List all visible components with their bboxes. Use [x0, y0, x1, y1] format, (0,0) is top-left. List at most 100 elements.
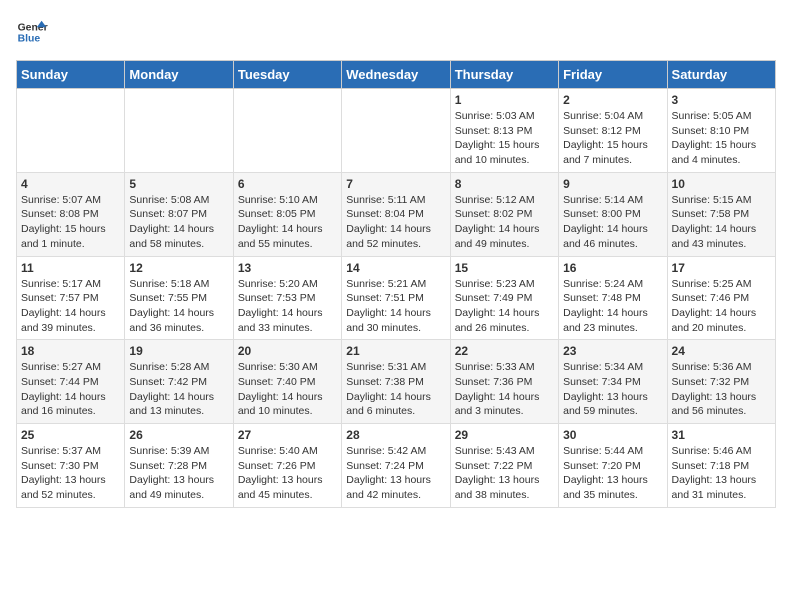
day-info: Sunrise: 5:25 AM Sunset: 7:46 PM Dayligh… — [672, 277, 771, 336]
day-info: Sunrise: 5:40 AM Sunset: 7:26 PM Dayligh… — [238, 444, 337, 503]
logo: General Blue — [16, 16, 48, 48]
calendar-cell: 18 Sunrise: 5:27 AM Sunset: 7:44 PM Dayli… — [17, 340, 125, 424]
day-info: Sunrise: 5:17 AM Sunset: 7:57 PM Dayligh… — [21, 277, 120, 336]
calendar-cell: 19 Sunrise: 5:28 AM Sunset: 7:42 PM Dayli… — [125, 340, 233, 424]
svg-text:Blue: Blue — [18, 34, 41, 45]
day-number: 7 — [346, 177, 445, 191]
day-number: 23 — [563, 344, 662, 358]
calendar-cell: 29 Sunrise: 5:43 AM Sunset: 7:22 PM Dayli… — [450, 424, 558, 508]
calendar-cell: 6 Sunrise: 5:10 AM Sunset: 8:05 PM Daylig… — [233, 172, 341, 256]
day-info: Sunrise: 5:46 AM Sunset: 7:18 PM Dayligh… — [672, 444, 771, 503]
day-info: Sunrise: 5:15 AM Sunset: 7:58 PM Dayligh… — [672, 193, 771, 252]
day-number: 14 — [346, 261, 445, 275]
day-number: 24 — [672, 344, 771, 358]
day-info: Sunrise: 5:24 AM Sunset: 7:48 PM Dayligh… — [563, 277, 662, 336]
calendar-cell: 3Sunrise: 5:05 AM Sunset: 8:10 PM Daylig… — [667, 89, 775, 173]
day-info: Sunrise: 5:23 AM Sunset: 7:49 PM Dayligh… — [455, 277, 554, 336]
day-info: Sunrise: 5:33 AM Sunset: 7:36 PM Dayligh… — [455, 360, 554, 419]
day-number: 20 — [238, 344, 337, 358]
day-info: Sunrise: 5:14 AM Sunset: 8:00 PM Dayligh… — [563, 193, 662, 252]
day-number: 1 — [455, 93, 554, 107]
calendar-cell: 25 Sunrise: 5:37 AM Sunset: 7:30 PM Dayli… — [17, 424, 125, 508]
day-info: Sunrise: 5:43 AM Sunset: 7:22 PM Dayligh… — [455, 444, 554, 503]
day-number: 16 — [563, 261, 662, 275]
day-number: 3 — [672, 93, 771, 107]
day-number: 29 — [455, 428, 554, 442]
day-number: 18 — [21, 344, 120, 358]
day-info: Sunrise: 5:27 AM Sunset: 7:44 PM Dayligh… — [21, 360, 120, 419]
day-number: 15 — [455, 261, 554, 275]
day-info: Sunrise: 5:34 AM Sunset: 7:34 PM Dayligh… — [563, 360, 662, 419]
calendar-cell: 4 Sunrise: 5:07 AM Sunset: 8:08 PM Daylig… — [17, 172, 125, 256]
day-number: 25 — [21, 428, 120, 442]
day-info: Sunrise: 5:42 AM Sunset: 7:24 PM Dayligh… — [346, 444, 445, 503]
calendar-cell — [125, 89, 233, 173]
day-number: 2 — [563, 93, 662, 107]
weekday-header: Friday — [559, 61, 667, 89]
day-info: Sunrise: 5:20 AM Sunset: 7:53 PM Dayligh… — [238, 277, 337, 336]
day-number: 10 — [672, 177, 771, 191]
calendar-cell: 9 Sunrise: 5:14 AM Sunset: 8:00 PM Daylig… — [559, 172, 667, 256]
day-number: 11 — [21, 261, 120, 275]
day-info: Sunrise: 5:07 AM Sunset: 8:08 PM Dayligh… — [21, 193, 120, 252]
calendar-cell: 1Sunrise: 5:03 AM Sunset: 8:13 PM Daylig… — [450, 89, 558, 173]
calendar-cell: 28 Sunrise: 5:42 AM Sunset: 7:24 PM Dayli… — [342, 424, 450, 508]
day-info: Sunrise: 5:36 AM Sunset: 7:32 PM Dayligh… — [672, 360, 771, 419]
day-info: Sunrise: 5:10 AM Sunset: 8:05 PM Dayligh… — [238, 193, 337, 252]
calendar-cell: 5 Sunrise: 5:08 AM Sunset: 8:07 PM Daylig… — [125, 172, 233, 256]
calendar-cell: 26 Sunrise: 5:39 AM Sunset: 7:28 PM Dayli… — [125, 424, 233, 508]
calendar-cell: 11 Sunrise: 5:17 AM Sunset: 7:57 PM Dayli… — [17, 256, 125, 340]
day-number: 28 — [346, 428, 445, 442]
calendar-cell — [342, 89, 450, 173]
calendar-cell: 13Sunrise: 5:20 AM Sunset: 7:53 PM Dayli… — [233, 256, 341, 340]
weekday-header: Sunday — [17, 61, 125, 89]
day-info: Sunrise: 5:04 AM Sunset: 8:12 PM Dayligh… — [563, 109, 662, 168]
day-number: 31 — [672, 428, 771, 442]
day-info: Sunrise: 5:31 AM Sunset: 7:38 PM Dayligh… — [346, 360, 445, 419]
calendar-cell: 23 Sunrise: 5:34 AM Sunset: 7:34 PM Dayli… — [559, 340, 667, 424]
day-info: Sunrise: 5:28 AM Sunset: 7:42 PM Dayligh… — [129, 360, 228, 419]
day-number: 26 — [129, 428, 228, 442]
day-info: Sunrise: 5:11 AM Sunset: 8:04 PM Dayligh… — [346, 193, 445, 252]
calendar-table: SundayMondayTuesdayWednesdayThursdayFrid… — [16, 60, 776, 508]
calendar-cell: 2 Sunrise: 5:04 AM Sunset: 8:12 PM Daylig… — [559, 89, 667, 173]
day-number: 9 — [563, 177, 662, 191]
day-info: Sunrise: 5:30 AM Sunset: 7:40 PM Dayligh… — [238, 360, 337, 419]
day-info: Sunrise: 5:08 AM Sunset: 8:07 PM Dayligh… — [129, 193, 228, 252]
calendar-cell: 21 Sunrise: 5:31 AM Sunset: 7:38 PM Dayli… — [342, 340, 450, 424]
header: General Blue — [16, 16, 776, 48]
calendar-cell — [233, 89, 341, 173]
calendar-cell: 8Sunrise: 5:12 AM Sunset: 8:02 PM Daylig… — [450, 172, 558, 256]
calendar-cell: 15 Sunrise: 5:23 AM Sunset: 7:49 PM Dayli… — [450, 256, 558, 340]
calendar-cell: 10 Sunrise: 5:15 AM Sunset: 7:58 PM Dayli… — [667, 172, 775, 256]
weekday-header: Monday — [125, 61, 233, 89]
day-number: 12 — [129, 261, 228, 275]
day-info: Sunrise: 5:12 AM Sunset: 8:02 PM Dayligh… — [455, 193, 554, 252]
day-number: 6 — [238, 177, 337, 191]
day-info: Sunrise: 5:21 AM Sunset: 7:51 PM Dayligh… — [346, 277, 445, 336]
calendar-cell: 16 Sunrise: 5:24 AM Sunset: 7:48 PM Dayli… — [559, 256, 667, 340]
calendar-cell: 14 Sunrise: 5:21 AM Sunset: 7:51 PM Dayli… — [342, 256, 450, 340]
day-number: 19 — [129, 344, 228, 358]
calendar-cell — [17, 89, 125, 173]
weekday-header: Wednesday — [342, 61, 450, 89]
calendar-cell: 24 Sunrise: 5:36 AM Sunset: 7:32 PM Dayli… — [667, 340, 775, 424]
day-number: 22 — [455, 344, 554, 358]
calendar-cell: 30Sunrise: 5:44 AM Sunset: 7:20 PM Dayli… — [559, 424, 667, 508]
day-number: 17 — [672, 261, 771, 275]
calendar-cell: 20 Sunrise: 5:30 AM Sunset: 7:40 PM Dayli… — [233, 340, 341, 424]
day-number: 27 — [238, 428, 337, 442]
calendar-cell: 31 Sunrise: 5:46 AM Sunset: 7:18 PM Dayli… — [667, 424, 775, 508]
calendar-cell: 7 Sunrise: 5:11 AM Sunset: 8:04 PM Daylig… — [342, 172, 450, 256]
weekday-header: Saturday — [667, 61, 775, 89]
weekday-header: Tuesday — [233, 61, 341, 89]
calendar-cell: 17 Sunrise: 5:25 AM Sunset: 7:46 PM Dayli… — [667, 256, 775, 340]
day-number: 4 — [21, 177, 120, 191]
day-number: 21 — [346, 344, 445, 358]
calendar-cell: 27 Sunrise: 5:40 AM Sunset: 7:26 PM Dayli… — [233, 424, 341, 508]
day-info: Sunrise: 5:37 AM Sunset: 7:30 PM Dayligh… — [21, 444, 120, 503]
day-number: 5 — [129, 177, 228, 191]
day-number: 30 — [563, 428, 662, 442]
calendar-cell: 12Sunrise: 5:18 AM Sunset: 7:55 PM Dayli… — [125, 256, 233, 340]
day-info: Sunrise: 5:39 AM Sunset: 7:28 PM Dayligh… — [129, 444, 228, 503]
